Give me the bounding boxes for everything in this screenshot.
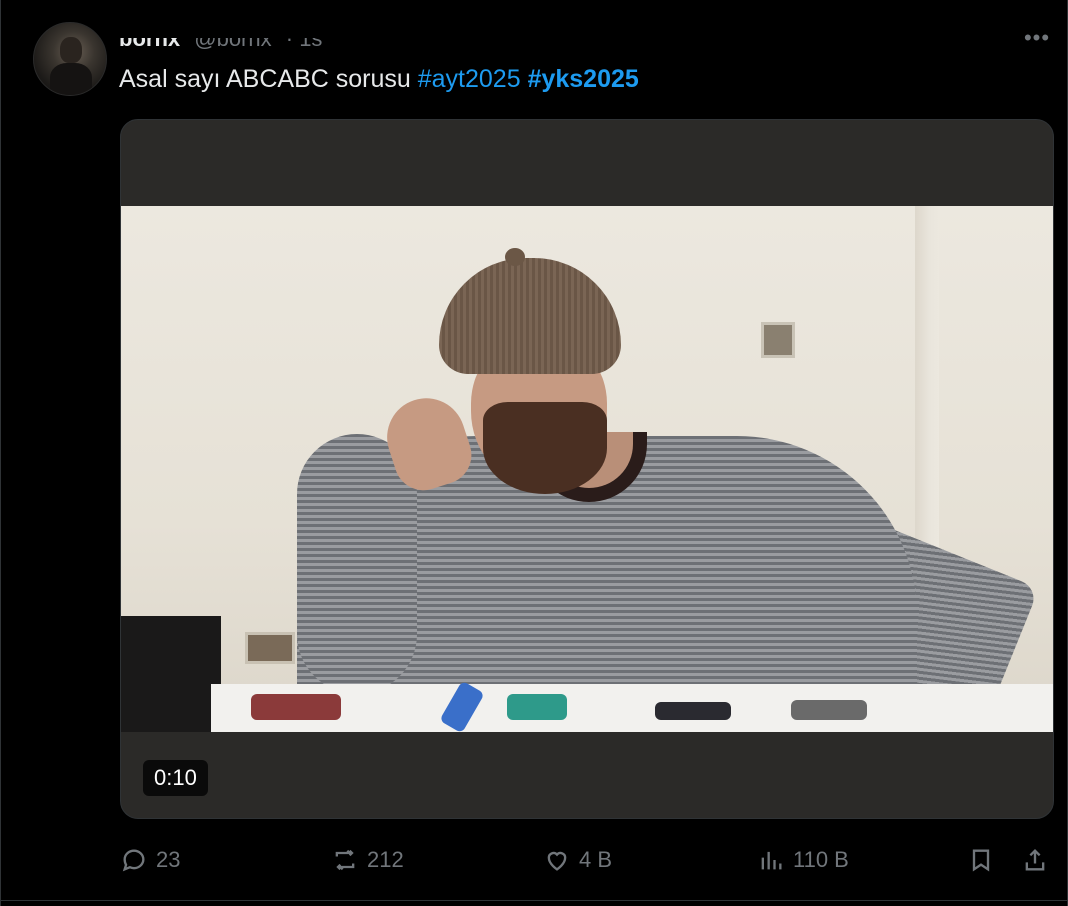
repost-button[interactable]: 212: [331, 840, 404, 880]
video-player[interactable]: 0:10: [120, 119, 1054, 819]
author-name[interactable]: bornx: [119, 38, 180, 50]
repost-count: 212: [367, 847, 404, 872]
hashtag-link[interactable]: #ayt2025: [418, 65, 521, 93]
avatar-figure-head: [60, 37, 82, 63]
post-text: Asal sayı ABCABC sorusu #ayt2025 #yks202…: [119, 62, 639, 96]
table-item-green: [507, 694, 567, 720]
table-item-candy: [251, 694, 341, 720]
author-row: bornx @bornx · 1s: [119, 38, 519, 50]
like-count: 4 B: [579, 847, 613, 872]
views-chart-icon: [761, 851, 782, 870]
like-button[interactable]: 4 B: [543, 840, 612, 880]
avatar[interactable]: [33, 22, 107, 96]
video-frame[interactable]: [121, 206, 1053, 732]
wall-socket: [245, 632, 295, 664]
action-bar: 23 212 4 B 110 B: [1, 840, 1068, 880]
hashtag-link[interactable]: #yks2025: [528, 65, 639, 93]
person-hat-knob: [505, 248, 525, 266]
post-text-body: Asal sayı ABCABC sorusu: [119, 65, 418, 93]
views-count: 110 B: [793, 847, 849, 872]
share-button[interactable]: [1021, 840, 1049, 880]
table-item-keys: [791, 700, 867, 720]
table-item-case: [655, 702, 731, 720]
video-duration-badge: 0:10: [143, 760, 208, 796]
bookmark-button[interactable]: [967, 840, 995, 880]
light-switch: [761, 322, 795, 358]
author-handle[interactable]: @bornx: [194, 38, 271, 50]
heart-icon: [547, 851, 567, 871]
views-button[interactable]: 110 B: [757, 840, 849, 880]
share-icon: [1025, 849, 1045, 871]
reply-count: 23: [156, 847, 181, 872]
divider: [1, 900, 1068, 901]
avatar-figure-body: [50, 63, 92, 95]
post-timestamp[interactable]: · 1s: [286, 38, 323, 50]
repost-icon: [335, 849, 355, 871]
person-beard: [483, 402, 607, 494]
person-hat: [439, 258, 621, 374]
tweet-post[interactable]: bornx @bornx · 1s ••• Asal sayı ABCABC s…: [0, 0, 1068, 906]
bookmark-icon: [972, 849, 990, 872]
dark-furniture: [121, 616, 221, 732]
reply-icon: [122, 849, 145, 872]
more-options-icon[interactable]: •••: [1017, 26, 1057, 50]
reply-button[interactable]: 23: [120, 840, 180, 880]
